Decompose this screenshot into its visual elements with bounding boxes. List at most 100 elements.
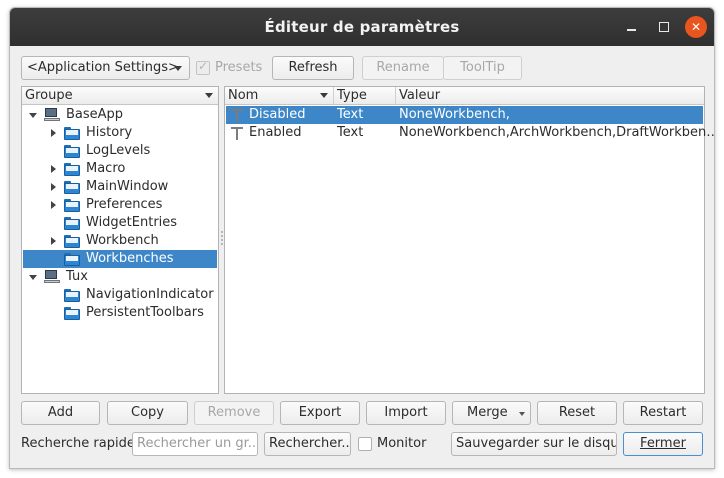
sort-chevron-icon (320, 93, 328, 98)
computer-icon (44, 108, 60, 122)
chevron-right-icon[interactable] (51, 237, 56, 245)
presets-checkbox[interactable]: ✓ (196, 59, 210, 75)
tree-item[interactable]: PersistentToolbars (23, 304, 217, 322)
chevron-down-icon (519, 412, 525, 416)
checkmark-icon: ✓ (198, 59, 209, 73)
close-window-button[interactable]: ✕ (685, 16, 707, 38)
tree-item[interactable]: MainWindow (23, 178, 217, 196)
presets-label: Presets (215, 60, 263, 75)
tree-item[interactable]: LogLevels (23, 142, 217, 160)
folder-icon (64, 289, 80, 302)
minimize-button[interactable] (621, 17, 641, 37)
tree-item-label: Preferences (86, 197, 163, 212)
maximize-icon (659, 22, 669, 32)
monitor-label: Monitor (377, 436, 427, 451)
computer-icon (44, 270, 60, 284)
quick-search-input[interactable]: Rechercher un gr... (132, 432, 258, 456)
tree-item[interactable]: Workbench (23, 232, 217, 250)
search-button[interactable]: Rechercher... (264, 432, 351, 456)
tree-item-label: Macro (86, 161, 126, 176)
minimize-icon (627, 29, 636, 31)
tree-item[interactable]: Tux (23, 268, 217, 286)
merge-button[interactable]: Merge (452, 401, 531, 425)
folder-icon (64, 235, 80, 248)
tree-item-label: BaseApp (66, 107, 124, 122)
tree-item[interactable]: NavigationIndicator (23, 286, 217, 304)
close-icon: ✕ (690, 20, 702, 34)
folder-icon (64, 181, 80, 194)
text-icon (231, 108, 243, 122)
text-icon (231, 126, 243, 140)
title-bar[interactable]: Éditeur de paramètres ✕ (10, 8, 714, 46)
tree-item-label: MainWindow (86, 179, 169, 194)
chevron-right-icon[interactable] (51, 165, 56, 173)
folder-icon (64, 145, 80, 158)
remove-button[interactable]: Remove (194, 401, 274, 425)
save-to-disk-button[interactable]: Sauvegarder sur le disque (451, 432, 617, 456)
close-button-label: Fermer (640, 436, 686, 451)
cell-name: Disabled (249, 107, 306, 122)
config-selector[interactable]: <Application Settings> (21, 56, 190, 80)
tree-item[interactable]: Preferences (23, 196, 217, 214)
copy-button[interactable]: Copy (107, 401, 188, 425)
folder-icon (64, 163, 80, 176)
config-selector-value: <Application Settings> (27, 60, 179, 75)
merge-button-label: Merge (467, 405, 508, 420)
tree-item-label: Tux (66, 269, 88, 284)
export-button[interactable]: Export (280, 401, 360, 425)
column-header-value[interactable]: Valeur (396, 87, 704, 105)
tree-item[interactable]: WidgetEntries (23, 214, 217, 232)
cell-type: Text (337, 125, 364, 140)
chevron-down-icon (205, 93, 213, 98)
tree-item-label: Workbench (86, 233, 159, 248)
parameter-editor-window: Éditeur de paramètres ✕ <Application Set… (9, 7, 715, 469)
monitor-checkbox[interactable] (358, 437, 372, 451)
restart-button[interactable]: Restart (623, 401, 703, 425)
cell-name: Enabled (249, 125, 302, 140)
folder-icon (64, 307, 80, 320)
tree-item-label: LogLevels (86, 143, 151, 158)
chevron-down-icon[interactable] (29, 113, 37, 118)
chevron-right-icon[interactable] (51, 129, 56, 137)
folder-icon (64, 127, 80, 140)
chevron-down-icon[interactable] (29, 275, 37, 280)
reset-button[interactable]: Reset (537, 401, 617, 425)
refresh-button[interactable]: Refresh (272, 56, 354, 80)
cell-value: NoneWorkbench,ArchWorkbench,DraftWorkben… (399, 125, 715, 140)
column-header-name[interactable]: Nom (225, 87, 334, 105)
tree-item[interactable]: BaseApp (23, 106, 217, 124)
folder-icon (64, 253, 80, 266)
quick-search-label: Recherche rapide (21, 436, 135, 451)
tree-item-label: PersistentToolbars (86, 305, 204, 320)
cell-value: NoneWorkbench, (399, 107, 510, 122)
column-header-type[interactable]: Type (334, 87, 396, 105)
chevron-down-icon (174, 66, 182, 71)
tree-item[interactable]: Macro (23, 160, 217, 178)
close-button[interactable]: Fermer (623, 432, 703, 456)
table-row[interactable]: Enabled Text NoneWorkbench,ArchWorkbench,D… (226, 124, 714, 142)
tree-item-label: NavigationIndicator (86, 287, 214, 302)
table-row[interactable]: Disabled Text NoneWorkbench, (226, 106, 703, 124)
cell-type: Text (337, 107, 364, 122)
maximize-button[interactable] (654, 17, 674, 37)
import-button[interactable]: Import (366, 401, 446, 425)
tree-item-label: WidgetEntries (86, 215, 178, 230)
group-tree-header[interactable]: Groupe (22, 87, 218, 105)
tree-item-label: History (86, 125, 133, 140)
rename-button[interactable]: Rename (362, 56, 444, 80)
chevron-right-icon[interactable] (51, 201, 56, 209)
group-column-header: Groupe (25, 88, 73, 103)
parameter-table[interactable]: Nom Type Valeur Disabled Text NoneWorkbenc… (224, 86, 714, 394)
tree-item-label: Workbenches (86, 251, 174, 266)
group-tree[interactable]: Groupe BaseApp History LogLevels Macro MainW… (21, 86, 219, 394)
window-title: Éditeur de paramètres (264, 18, 460, 36)
chevron-right-icon[interactable] (51, 183, 56, 191)
tree-item[interactable]: Workbenches (23, 250, 217, 268)
folder-icon (64, 217, 80, 230)
add-button[interactable]: Add (21, 401, 100, 425)
splitter-handle[interactable] (221, 231, 223, 245)
tooltip-button[interactable]: ToolTip (443, 56, 522, 80)
folder-icon (64, 199, 80, 212)
parameter-table-header: Nom Type Valeur (225, 87, 704, 105)
tree-item[interactable]: History (23, 124, 217, 142)
